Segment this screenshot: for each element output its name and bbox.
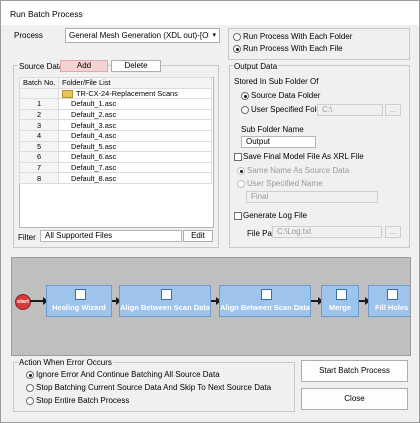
ignore-error-label: Ignore Error And Continue Batching All S… — [36, 370, 220, 379]
user-folder-radio[interactable] — [241, 106, 249, 114]
step-label: Merge — [328, 303, 352, 312]
file-list-header: Folder/File List — [58, 77, 212, 89]
chevron-down-icon: ▾ — [212, 32, 216, 39]
flow-step-align-2[interactable]: Align Between Scan Data — [219, 285, 311, 317]
source-folder-label: Source Data Folder — [251, 91, 321, 100]
stop-batch-radio[interactable] — [26, 397, 34, 405]
table-header-row: Batch No. Folder/File List — [19, 77, 212, 89]
healing-icon — [75, 289, 86, 300]
log-file-checkbox[interactable] — [234, 212, 242, 220]
flow-step-merge[interactable]: Merge — [321, 285, 359, 317]
flow-step-healing[interactable]: Healing Wizard — [46, 285, 112, 317]
subfolder-name-label: Sub Folder Name — [241, 125, 304, 134]
step-label: Align Between Scan Data — [120, 303, 211, 312]
each-file-radio[interactable] — [233, 45, 241, 53]
process-select[interactable]: General Mesh Generation (XDL out)-[Objec… — [65, 28, 220, 43]
log-file-label: Generate Log File — [243, 211, 308, 220]
same-name-label: Same Name As Source Data — [247, 166, 350, 175]
step-label: Align Between Scan Data — [220, 303, 311, 312]
user-name-field[interactable]: Final — [246, 191, 378, 203]
each-file-label: Run Process With Each File — [243, 44, 343, 53]
browse-log-button[interactable]: ... — [385, 226, 401, 238]
subfolder-name-field[interactable]: Output — [241, 136, 316, 148]
user-name-label: User Specified Name — [247, 179, 323, 188]
align-icon — [261, 289, 272, 300]
table-row[interactable]: 5 Default_5.asc — [19, 140, 212, 153]
delete-button[interactable]: Delete — [111, 60, 161, 72]
source-data-title: Source Data — [18, 62, 65, 71]
process-label: Process — [14, 31, 43, 40]
table-row[interactable]: 2 Default_2.asc — [19, 108, 212, 121]
table-row[interactable]: 3 Default_3.asc — [19, 119, 212, 131]
batch-dialog: Run Batch Process Process General Mesh G… — [0, 0, 420, 423]
filter-field[interactable]: All Supported Files — [40, 230, 182, 242]
merge-icon — [336, 289, 347, 300]
align-icon — [161, 289, 172, 300]
browse-folder-button[interactable]: ... — [385, 104, 401, 116]
table-row[interactable]: 8 Default_8.asc — [19, 172, 212, 184]
window-title: Run Batch Process — [10, 9, 83, 19]
folder-name: TR-CX-24-Replacement Scans — [76, 88, 178, 98]
same-name-radio[interactable] — [237, 167, 245, 175]
save-xrl-label: Save Final Model File As XRL File — [243, 152, 364, 161]
user-folder-field[interactable]: C:\ — [317, 104, 383, 116]
edit-button[interactable]: Edit — [183, 230, 213, 242]
each-folder-radio[interactable] — [233, 33, 241, 41]
filter-label: Filter — [18, 233, 36, 242]
file-path-field[interactable]: C:\Log.txt — [272, 226, 382, 238]
process-flow-canvas[interactable]: start Healing Wizard Align Between Scan … — [11, 257, 411, 356]
folder-row[interactable]: TR-CX-24-Replacement Scans — [19, 87, 212, 100]
title-bar: Run Batch Process — [1, 1, 419, 25]
batch-no-header: Batch No. — [19, 77, 59, 89]
table-row[interactable]: 7 Default_7.asc — [19, 161, 212, 174]
flow-step-fill-holes[interactable]: Fill Holes — [368, 285, 410, 317]
flow-step-align-1[interactable]: Align Between Scan Data — [119, 285, 211, 317]
step-label: Healing Wizard — [52, 303, 106, 312]
error-action-title: Action When Error Occurs — [18, 358, 113, 367]
file-table: Batch No. Folder/File List TR-CX-24-Repl… — [19, 77, 212, 184]
output-data-title: Output Data — [233, 62, 279, 71]
process-selected: General Mesh Generation (XDL out)-[Objec… — [69, 31, 209, 40]
source-folder-radio[interactable] — [241, 92, 249, 100]
save-xrl-checkbox[interactable] — [234, 153, 242, 161]
close-button[interactable]: Close — [301, 388, 408, 410]
add-button[interactable]: Add — [60, 60, 108, 72]
start-batch-button[interactable]: Start Batch Process — [301, 360, 408, 382]
start-node[interactable]: start — [15, 294, 31, 310]
table-row[interactable]: 1 Default_1.asc — [19, 98, 212, 110]
table-row[interactable]: 4 Default_4.asc — [19, 129, 212, 142]
stop-batch-label: Stop Entire Batch Process — [36, 396, 130, 405]
each-folder-label: Run Process With Each Folder — [243, 32, 353, 41]
skip-source-label: Stop Batching Current Source Data And Sk… — [36, 383, 272, 392]
folder-icon — [62, 89, 73, 98]
skip-source-radio[interactable] — [26, 384, 34, 392]
fill-holes-icon — [387, 289, 398, 300]
table-row[interactable]: 6 Default_6.asc — [19, 151, 212, 163]
user-name-radio[interactable] — [237, 180, 245, 188]
store-label: Stored In Sub Folder Of — [234, 77, 319, 86]
step-label: Fill Holes — [375, 303, 409, 312]
flow-arrow — [30, 297, 48, 305]
ignore-error-radio[interactable] — [26, 371, 34, 379]
